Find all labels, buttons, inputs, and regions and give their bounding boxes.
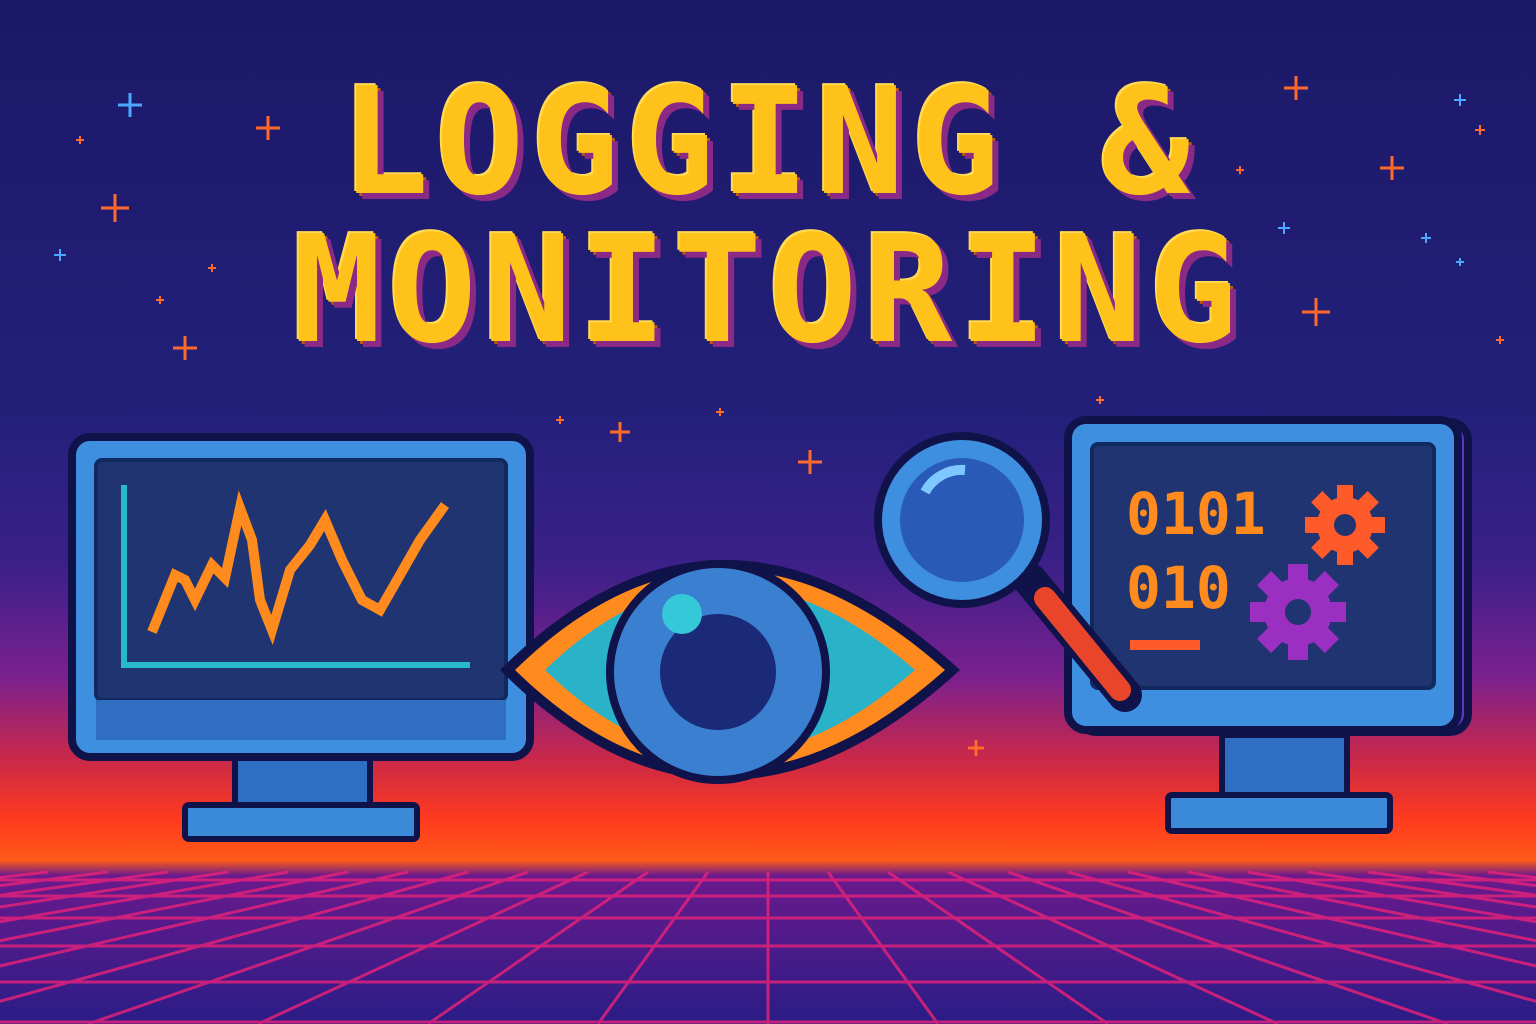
illustration-layer: 0101 010 — [68, 416, 1472, 842]
eye-icon — [500, 560, 960, 784]
binary-code-line-1: 0101 — [1126, 480, 1266, 548]
left-monitor — [68, 433, 534, 842]
poster-scene: LOGGING & MONITORING 0101 010 — [0, 0, 1536, 1024]
gear-icon — [1250, 564, 1346, 660]
right-monitor: 0101 010 — [1064, 416, 1472, 834]
gear-icon — [1305, 485, 1385, 565]
cursor-underscore — [1130, 640, 1200, 650]
binary-code-line-2: 010 — [1126, 554, 1231, 622]
